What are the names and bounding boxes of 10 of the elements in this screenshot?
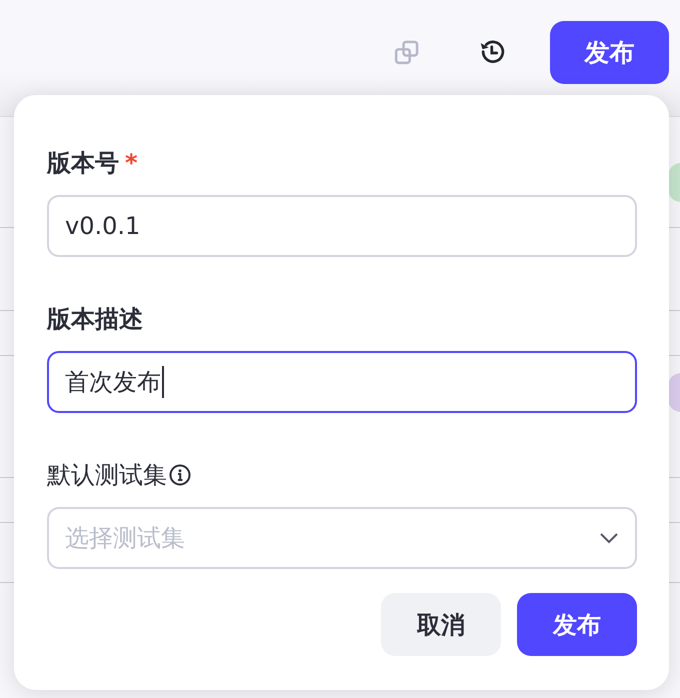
input-field[interactable]: v0.0.1 [47, 195, 637, 257]
cancel-button[interactable]: 取消 [381, 593, 501, 656]
publish-button[interactable]: 发布 [550, 21, 669, 84]
publish-button[interactable]: 发布 [517, 593, 637, 656]
chevron-down-icon [599, 532, 619, 544]
field-label: 版本描述 [47, 304, 143, 335]
field-label: 版本号 [47, 148, 119, 179]
input-field[interactable]: 首次发布 [47, 351, 637, 413]
field-label: 默认测试集 [47, 460, 167, 491]
required-mark: * [125, 148, 138, 179]
